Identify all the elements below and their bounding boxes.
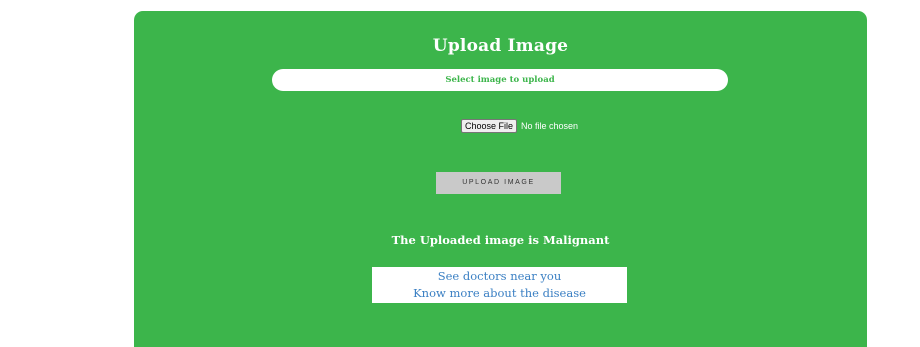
know-more-disease-link[interactable]: Know more about the disease [372, 285, 627, 302]
links-box: See doctors near you Know more about the… [372, 267, 627, 303]
choose-file-button[interactable]: Choose File [461, 118, 518, 133]
see-doctors-link[interactable]: See doctors near you [372, 268, 627, 285]
select-image-label: Select image to upload [272, 69, 728, 91]
upload-image-button[interactable]: UPLOAD IMAGE [436, 172, 561, 194]
result-text: The Uploaded image is Malignant [391, 233, 610, 247]
file-input[interactable]: Choose File No file chosen [461, 118, 579, 133]
upload-panel: Upload Image Select image to upload Choo… [134, 11, 867, 347]
file-status-text: No file chosen [521, 120, 579, 131]
page-title: Upload Image [432, 36, 569, 56]
